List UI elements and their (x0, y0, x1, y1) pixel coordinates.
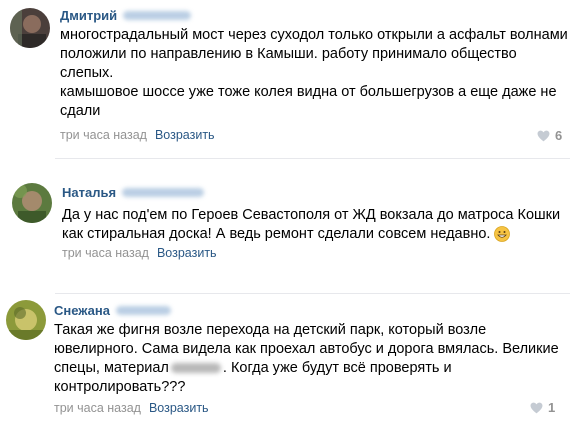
timestamp[interactable]: три часа назад (54, 401, 141, 415)
reply-button[interactable]: Возразить (149, 401, 209, 415)
text-line: слепых. (60, 65, 114, 81)
avatar[interactable] (6, 300, 46, 340)
text-line: как стиральная доска! А ведь ремонт сдел… (62, 226, 491, 242)
heart-icon (537, 130, 550, 141)
divider (55, 293, 570, 294)
like-button[interactable]: 1 (530, 400, 555, 415)
reply-button[interactable]: Возразить (157, 246, 217, 260)
author-name[interactable]: Снежана (54, 303, 110, 318)
blurred-word (170, 363, 221, 374)
blurred-surname (116, 306, 171, 315)
text-line: положили по направлению в Камыши. работу… (60, 46, 517, 62)
comment-1: Дмитрий многострадальный мост через сухо… (0, 0, 570, 150)
text-line: камышовое шоссе уже тоже колея видна от … (60, 84, 557, 100)
blurred-surname (123, 11, 192, 20)
divider (55, 158, 570, 159)
text-line: многострадальный мост через суходол толь… (60, 27, 568, 43)
author-name[interactable]: Дмитрий (60, 8, 117, 23)
author-name[interactable]: Наталья (62, 185, 116, 200)
comments-screen: { "comments": [ { "author": "Дмитрий", "… (0, 0, 570, 427)
avatar[interactable] (10, 8, 50, 48)
text-line: ювелирного. Сама видела как проехал авто… (54, 341, 559, 357)
text-line: сдали (60, 103, 101, 119)
comment-text: многострадальный мост через суходол толь… (60, 26, 568, 121)
heart-icon (530, 402, 543, 413)
text-line: . Когда уже будут всё проверять и (222, 360, 452, 376)
grinning-face-emoji (494, 226, 511, 243)
timestamp[interactable]: три часа назад (62, 246, 149, 260)
text-line: контролировать??? (54, 379, 186, 395)
text-line: Да у нас под'ем по Героев Севастополя от… (62, 207, 561, 223)
reply-button[interactable]: Возразить (155, 128, 215, 142)
blurred-surname (122, 188, 205, 197)
timestamp[interactable]: три часа назад (60, 128, 147, 142)
text-line: спецы, материал (54, 360, 169, 376)
comment-text: Да у нас под'ем по Героев Севастополя от… (62, 206, 560, 244)
comment-text: Такая же фигня возле перехода на детский… (54, 321, 559, 397)
like-button[interactable]: 6 (537, 128, 562, 143)
text-line: Такая же фигня возле перехода на детский… (54, 322, 487, 338)
avatar[interactable] (12, 183, 52, 223)
like-count: 1 (548, 400, 556, 415)
like-count: 6 (555, 128, 563, 143)
